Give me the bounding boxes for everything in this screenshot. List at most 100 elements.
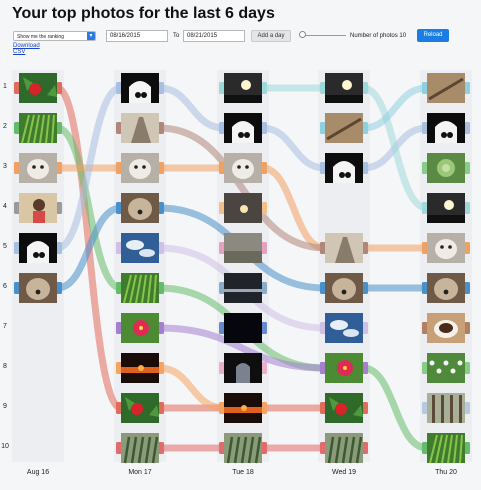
photo-thumbnail-dusk[interactable] xyxy=(219,193,267,223)
cat-eye-shape xyxy=(245,165,249,169)
sun-shape xyxy=(444,200,454,210)
cat-face-shape xyxy=(435,239,457,259)
tunnel-shape xyxy=(236,363,250,383)
photo-thumbnail-cat[interactable] xyxy=(14,153,62,183)
photo-thumbnail-fern[interactable] xyxy=(422,433,470,464)
photo-thumbnail-arch[interactable] xyxy=(14,233,62,263)
photo-thumbnail-dog[interactable] xyxy=(320,273,368,303)
ranking-ribbon-cat xyxy=(261,164,326,252)
photo-thumbnail-dog[interactable] xyxy=(14,273,62,303)
flower-shape xyxy=(457,360,463,366)
photo-thumbnail-coffee[interactable] xyxy=(422,313,470,343)
photo-thumbnail-strawberry[interactable] xyxy=(116,393,164,423)
cloud-shape xyxy=(330,320,348,330)
photo-thumbnail-palms[interactable] xyxy=(320,433,368,464)
photo-thumbnail-hibiscus[interactable] xyxy=(116,313,164,343)
photo-thumbnail-sun[interactable] xyxy=(320,73,368,103)
photo-thumbnail-arch[interactable] xyxy=(422,113,470,143)
photo-background xyxy=(224,313,262,343)
ranking-ribbon-fern xyxy=(362,364,428,452)
photo-thumbnail-arch[interactable] xyxy=(219,113,267,143)
sun-shape xyxy=(240,205,248,213)
dog-face-shape xyxy=(128,198,152,220)
coffee-shape xyxy=(439,323,453,333)
photo-thumbnail-sunset[interactable] xyxy=(116,353,164,383)
photo-thumbnail-dog[interactable] xyxy=(422,273,470,303)
silhouette-shape xyxy=(339,172,345,178)
strawberry-shape xyxy=(29,83,41,95)
photo-background xyxy=(224,273,262,303)
flower-shape xyxy=(429,360,435,366)
cat-eye-shape xyxy=(440,245,444,249)
archway-shape xyxy=(232,121,254,143)
photo-thumbnail-strawberry[interactable] xyxy=(320,393,368,423)
photo-thumbnail-strawberry[interactable] xyxy=(14,73,62,103)
tree-trunk-shape xyxy=(432,395,435,423)
silhouette-shape xyxy=(441,132,447,138)
cloud-shape xyxy=(126,240,144,250)
silhouette-shape xyxy=(135,92,141,98)
photo-thumbnail-sky[interactable] xyxy=(320,313,368,343)
cat-eye-shape xyxy=(40,165,44,169)
ground-shape xyxy=(224,95,262,103)
dog-face-shape xyxy=(26,278,50,300)
photo-thumbnail-palms[interactable] xyxy=(116,433,164,464)
photo-thumbnail-alley[interactable] xyxy=(320,233,368,263)
photo-thumbnail-forest[interactable] xyxy=(422,393,470,423)
cat-face-shape xyxy=(129,159,151,179)
photo-thumbnail-palms[interactable] xyxy=(219,433,267,464)
silhouette-shape xyxy=(244,132,250,138)
silhouette-shape xyxy=(447,132,453,138)
dog-face-shape xyxy=(434,278,458,300)
photo-thumbnail-bridge[interactable] xyxy=(219,273,267,303)
photo-thumbnail-crane[interactable] xyxy=(320,113,368,143)
archway-shape xyxy=(333,161,355,183)
sun-shape xyxy=(138,365,144,371)
cloud-shape xyxy=(139,249,155,257)
archway-shape xyxy=(129,81,151,103)
archway-shape xyxy=(435,121,457,143)
photo-thumbnail-girl[interactable] xyxy=(14,193,62,223)
sun-shape xyxy=(342,80,352,90)
photo-thumbnail-cat[interactable] xyxy=(422,233,470,263)
strawberry-shape xyxy=(131,403,143,415)
ground-shape xyxy=(325,95,363,103)
photo-thumbnail-sky[interactable] xyxy=(116,233,164,263)
dog-face-shape xyxy=(332,278,356,300)
photo-thumbnail-fern[interactable] xyxy=(116,273,164,304)
silhouette-shape xyxy=(33,252,39,258)
photo-thumbnail-field[interactable] xyxy=(219,233,267,263)
photo-thumbnail-hibiscus[interactable] xyxy=(320,353,368,383)
cat-face-shape xyxy=(27,159,49,179)
photo-thumbnail-tunnel[interactable] xyxy=(219,353,267,383)
photo-thumbnail-fern[interactable] xyxy=(14,113,62,144)
silhouette-shape xyxy=(141,92,147,98)
person-head-shape xyxy=(33,199,45,211)
photo-thumbnail-arch[interactable] xyxy=(116,73,164,103)
photo-thumbnail-sunset[interactable] xyxy=(219,393,267,423)
photo-thumbnail-cat[interactable] xyxy=(116,153,164,183)
cat-eye-shape xyxy=(142,165,146,169)
photo-thumbnail-sun[interactable] xyxy=(422,193,470,223)
ranking-ribbon-sunset xyxy=(158,364,225,412)
photo-thumbnail-cat[interactable] xyxy=(219,153,267,183)
photo-thumbnail-night[interactable] xyxy=(219,313,267,343)
cat-eye-shape xyxy=(237,165,241,169)
photo-thumbnail-dog[interactable] xyxy=(116,193,164,223)
photo-thumbnail-flowers[interactable] xyxy=(422,353,470,383)
photo-thumbnail-sun[interactable] xyxy=(219,73,267,103)
cat-eye-shape xyxy=(448,245,452,249)
flower-center-shape xyxy=(139,326,143,330)
photo-thumbnail-arch[interactable] xyxy=(320,153,368,183)
tree-trunk-shape xyxy=(459,395,462,423)
sun-shape xyxy=(241,80,251,90)
dog-nose-shape xyxy=(35,289,41,295)
silhouette-shape xyxy=(39,252,45,258)
photo-thumbnail-crane[interactable] xyxy=(422,73,470,103)
flower-center-shape xyxy=(343,366,347,370)
strawberry-shape xyxy=(335,403,347,415)
photo-thumbnail-alley[interactable] xyxy=(116,113,164,143)
bridge-shape xyxy=(224,289,262,292)
flower-shape xyxy=(436,368,442,374)
photo-thumbnail-succulent[interactable] xyxy=(422,153,470,183)
